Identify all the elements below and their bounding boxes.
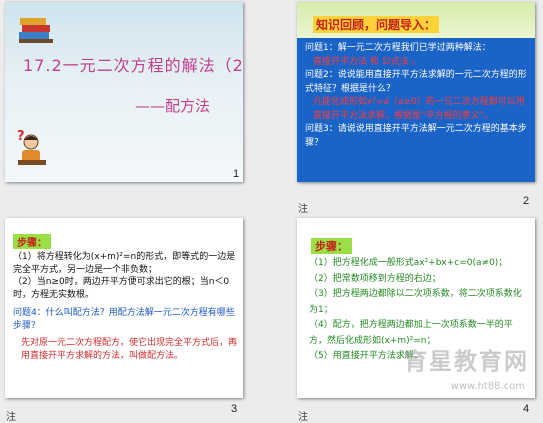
- question-1: 问题1：解一元二次方程我们已学过两种解法：: [305, 43, 491, 53]
- watermark-logo: 育星教育网: [404, 349, 529, 375]
- slide-subtitle: ——配方法: [135, 97, 211, 115]
- method-definition: 先对原一元二次方程配方，使它出现完全平方式后，再用直接开平方求解的方法，叫做配方…: [21, 338, 238, 361]
- slide-number: 1: [233, 168, 240, 180]
- slide-title: 17.2一元二次方程的解法（2）: [23, 56, 243, 75]
- slide-number-label: 3: [231, 403, 238, 415]
- question-3: 问题3：请说说用直接开平方法解一元二次方程的基本步骤？: [305, 124, 527, 148]
- step-item: （1）把方程化成一般形式ax²+bx+c=0(a≠0)；: [309, 258, 508, 268]
- student-figure-icon: [18, 134, 46, 165]
- question-1-answer: 直接开平方法 和 公式法 。: [313, 56, 421, 67]
- slide-heading: 知识回顾，问题导入：: [313, 16, 440, 33]
- step-item: （2）把常数项移到方程的右边；: [309, 273, 441, 284]
- step-2: （2）当n≥0时，两边开平方便可求出它的根；当n＜0时，方程无实数根。: [13, 277, 230, 300]
- slide-3[interactable]: 步骤： （1）将方程转化为(x+m)²=n的形式，即等式的一边是完全平方式，另一…: [5, 218, 243, 398]
- question-2: 问题2：说说能用直接开平方法求解的一元二次方程的形式特征？根据是什么？: [305, 70, 527, 94]
- question-2-answer: 凡能化成形如x²=a（a≥0）的一元二次方程都可以用直接开平方法求解，根据是“平…: [313, 97, 525, 121]
- slide-note-marker: 注: [298, 412, 308, 423]
- slide-2[interactable]: 知识回顾，问题导入： 问题1：解一元二次方程我们已学过两种解法： 直接开平方法 …: [297, 2, 535, 182]
- watermark-url: www.ht88.com: [450, 381, 525, 392]
- books-icon: [19, 18, 53, 43]
- slide-1[interactable]: 17.2一元二次方程的解法（2） ——配方法 ? 1: [5, 2, 243, 182]
- slide-body: 问题1：解一元二次方程我们已学过两种解法： 直接开平方法 和 公式法 。 问题2…: [305, 42, 529, 150]
- slide-note-marker: 注: [298, 204, 308, 215]
- slide-heading: 步骤：: [13, 234, 51, 249]
- slide-number-label: 4: [523, 403, 530, 415]
- slide-4[interactable]: 步骤： （1）把方程化成一般形式ax²+bx+c=0(a≠0)； （2）把常数项…: [297, 218, 535, 398]
- slide-note-marker: 注: [6, 412, 16, 423]
- step-item: （3）把方程两边都除以二次项系数，将二次项系数化为1；: [309, 289, 522, 315]
- slide-number-label: 2: [523, 195, 530, 207]
- slide-heading: 步骤：: [311, 238, 352, 254]
- step-1: （1）将方程转化为(x+m)²=n的形式，即等式的一边是完全平方式，另一边是一个…: [13, 252, 236, 275]
- question-4: 问题4：什么叫配方法？用配方法解一元二次方程有哪些步骤？: [13, 308, 235, 331]
- slide-body: （1）将方程转化为(x+m)²=n的形式，即等式的一边是完全平方式，另一边是一个…: [13, 251, 239, 362]
